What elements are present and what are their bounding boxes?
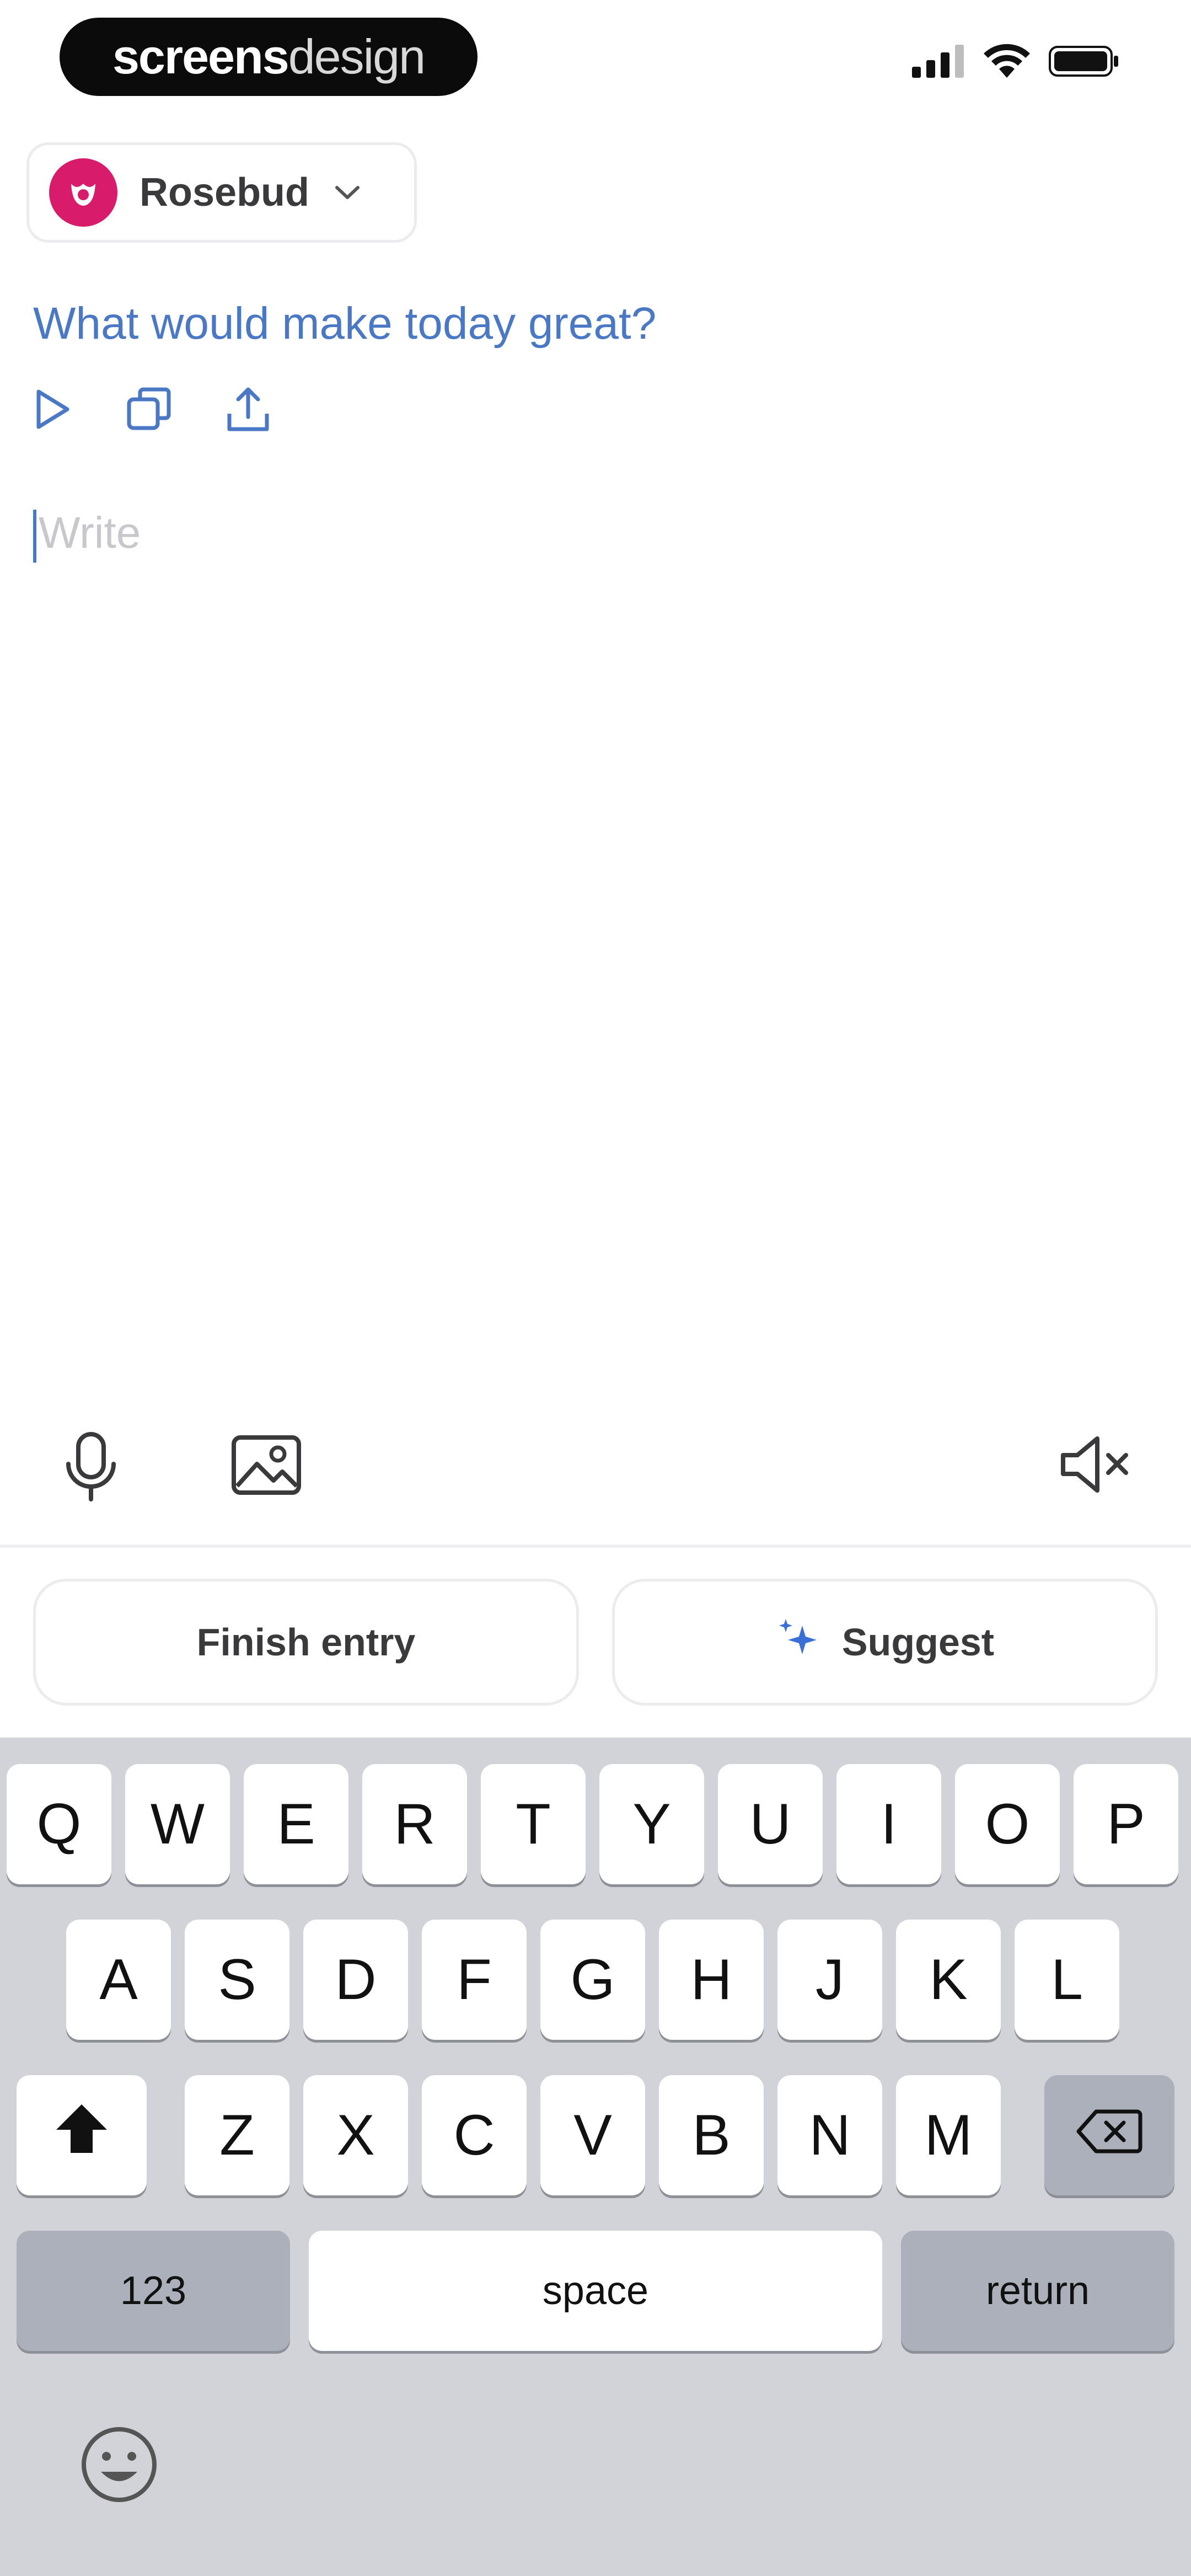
sparkle-icon — [776, 1616, 820, 1669]
key-z[interactable]: Z — [185, 2075, 289, 2195]
journal-name: Rosebud — [140, 170, 310, 215]
key-f[interactable]: F — [422, 1920, 527, 2040]
key-x[interactable]: X — [303, 2075, 408, 2195]
prompt-actions — [33, 386, 270, 432]
suggest-label: Suggest — [841, 1621, 995, 1664]
copy-icon[interactable] — [127, 387, 171, 431]
journal-selector[interactable]: Rosebud — [26, 142, 417, 243]
journal-prompt: What would make today great? — [33, 298, 657, 349]
media-toolbar — [0, 1423, 1191, 1506]
key-w[interactable]: W — [125, 1764, 230, 1884]
text-caret — [33, 509, 36, 563]
key-k[interactable]: K — [896, 1920, 1001, 2040]
key-l[interactable]: L — [1015, 1920, 1119, 2040]
key-h[interactable]: H — [659, 1920, 764, 2040]
brand-light-text: design — [288, 29, 426, 84]
battery-icon — [1049, 45, 1120, 81]
key-y[interactable]: Y — [599, 1764, 704, 1884]
key-o[interactable]: O — [955, 1764, 1060, 1884]
emoji-icon — [78, 2423, 160, 2509]
space-key[interactable]: space — [309, 2231, 882, 2351]
key-r[interactable]: R — [362, 1764, 467, 1884]
brand-watermark: screens design — [60, 18, 478, 96]
rose-icon — [66, 174, 101, 212]
entry-placeholder: Write — [39, 508, 141, 557]
backspace-icon — [1076, 2103, 1142, 2168]
journal-entry-screen: screens design Rosebud What would make t… — [0, 0, 1191, 2576]
status-icons — [912, 43, 1120, 82]
key-v[interactable]: V — [540, 2075, 645, 2195]
key-a[interactable]: A — [66, 1920, 171, 2040]
keyboard: Q W E R T Y U I O P A S D F G H J K L Z … — [0, 1738, 1191, 2576]
finish-entry-button[interactable]: Finish entry — [33, 1579, 579, 1706]
key-s[interactable]: S — [185, 1920, 289, 2040]
entry-actions: Finish entry Suggest — [33, 1579, 1158, 1706]
key-c[interactable]: C — [422, 2075, 527, 2195]
shift-key[interactable] — [17, 2075, 147, 2195]
key-b[interactable]: B — [659, 2075, 764, 2195]
signal-icon — [912, 44, 965, 81]
speaker-muted-icon[interactable] — [1059, 1434, 1130, 1498]
key-e[interactable]: E — [244, 1764, 348, 1884]
backspace-key[interactable] — [1044, 2075, 1174, 2195]
entry-text-input[interactable]: Write — [33, 507, 1158, 1390]
chevron-down-icon — [334, 184, 361, 201]
key-t[interactable]: T — [481, 1764, 586, 1884]
shift-icon — [54, 2102, 109, 2169]
return-key[interactable]: return — [901, 2231, 1174, 2351]
key-u[interactable]: U — [718, 1764, 823, 1884]
key-d[interactable]: D — [303, 1920, 408, 2040]
microphone-icon[interactable] — [61, 1431, 121, 1505]
key-p[interactable]: P — [1074, 1764, 1178, 1884]
key-g[interactable]: G — [540, 1920, 645, 2040]
key-i[interactable]: I — [836, 1764, 941, 1884]
brand-bold-text: screens — [112, 29, 289, 84]
key-q[interactable]: Q — [7, 1764, 111, 1884]
share-icon[interactable] — [226, 386, 270, 432]
image-icon[interactable] — [230, 1434, 302, 1499]
numbers-key[interactable]: 123 — [17, 2231, 290, 2351]
journal-avatar — [49, 158, 117, 227]
key-j[interactable]: J — [777, 1920, 882, 2040]
emoji-key[interactable] — [75, 2422, 163, 2510]
key-n[interactable]: N — [777, 2075, 882, 2195]
key-m[interactable]: M — [896, 2075, 1001, 2195]
toolbar-divider — [0, 1544, 1191, 1548]
finish-entry-label: Finish entry — [196, 1621, 416, 1664]
play-icon[interactable] — [33, 387, 72, 431]
suggest-button[interactable]: Suggest — [612, 1579, 1158, 1706]
wifi-icon — [984, 44, 1030, 82]
